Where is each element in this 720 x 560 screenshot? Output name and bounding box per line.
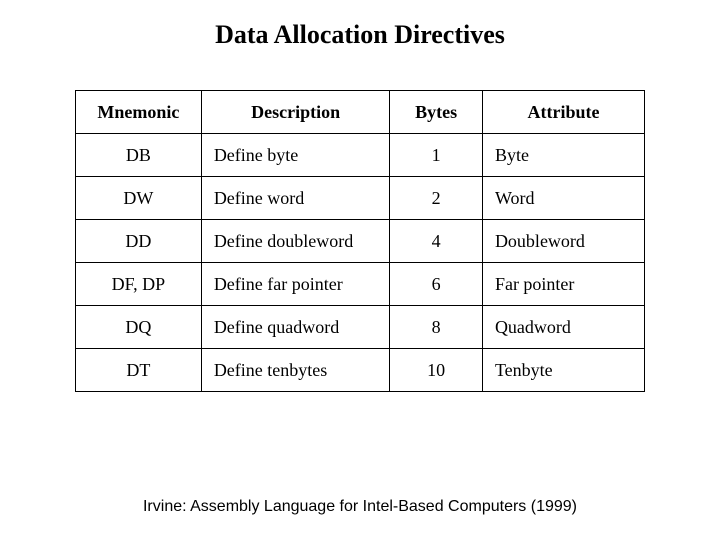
cell-attribute: Byte <box>482 134 644 177</box>
cell-attribute: Quadword <box>482 306 644 349</box>
header-description: Description <box>201 91 390 134</box>
table-row: DB Define byte 1 Byte <box>76 134 645 177</box>
cell-bytes: 2 <box>390 177 483 220</box>
cell-bytes: 6 <box>390 263 483 306</box>
cell-attribute: Far pointer <box>482 263 644 306</box>
cell-mnemonic: DW <box>76 177 202 220</box>
table-row: DF, DP Define far pointer 6 Far pointer <box>76 263 645 306</box>
table-header-row: Mnemonic Description Bytes Attribute <box>76 91 645 134</box>
directives-table-wrap: Mnemonic Description Bytes Attribute DB … <box>75 90 645 392</box>
page-title: Data Allocation Directives <box>100 20 620 50</box>
header-bytes: Bytes <box>390 91 483 134</box>
cell-mnemonic: DF, DP <box>76 263 202 306</box>
table-row: DD Define doubleword 4 Doubleword <box>76 220 645 263</box>
cell-attribute: Doubleword <box>482 220 644 263</box>
cell-mnemonic: DT <box>76 349 202 392</box>
footer-citation: Irvine: Assembly Language for Intel-Base… <box>0 498 720 516</box>
cell-mnemonic: DQ <box>76 306 202 349</box>
cell-attribute: Word <box>482 177 644 220</box>
cell-bytes: 8 <box>390 306 483 349</box>
cell-description: Define doubleword <box>201 220 390 263</box>
header-attribute: Attribute <box>482 91 644 134</box>
table-row: DW Define word 2 Word <box>76 177 645 220</box>
cell-bytes: 4 <box>390 220 483 263</box>
directives-table: Mnemonic Description Bytes Attribute DB … <box>75 90 645 392</box>
cell-attribute: Tenbyte <box>482 349 644 392</box>
cell-mnemonic: DB <box>76 134 202 177</box>
table-row: DT Define tenbytes 10 Tenbyte <box>76 349 645 392</box>
cell-description: Define byte <box>201 134 390 177</box>
cell-bytes: 1 <box>390 134 483 177</box>
cell-description: Define far pointer <box>201 263 390 306</box>
table-row: DQ Define quadword 8 Quadword <box>76 306 645 349</box>
cell-bytes: 10 <box>390 349 483 392</box>
cell-mnemonic: DD <box>76 220 202 263</box>
header-mnemonic: Mnemonic <box>76 91 202 134</box>
cell-description: Define tenbytes <box>201 349 390 392</box>
cell-description: Define quadword <box>201 306 390 349</box>
cell-description: Define word <box>201 177 390 220</box>
